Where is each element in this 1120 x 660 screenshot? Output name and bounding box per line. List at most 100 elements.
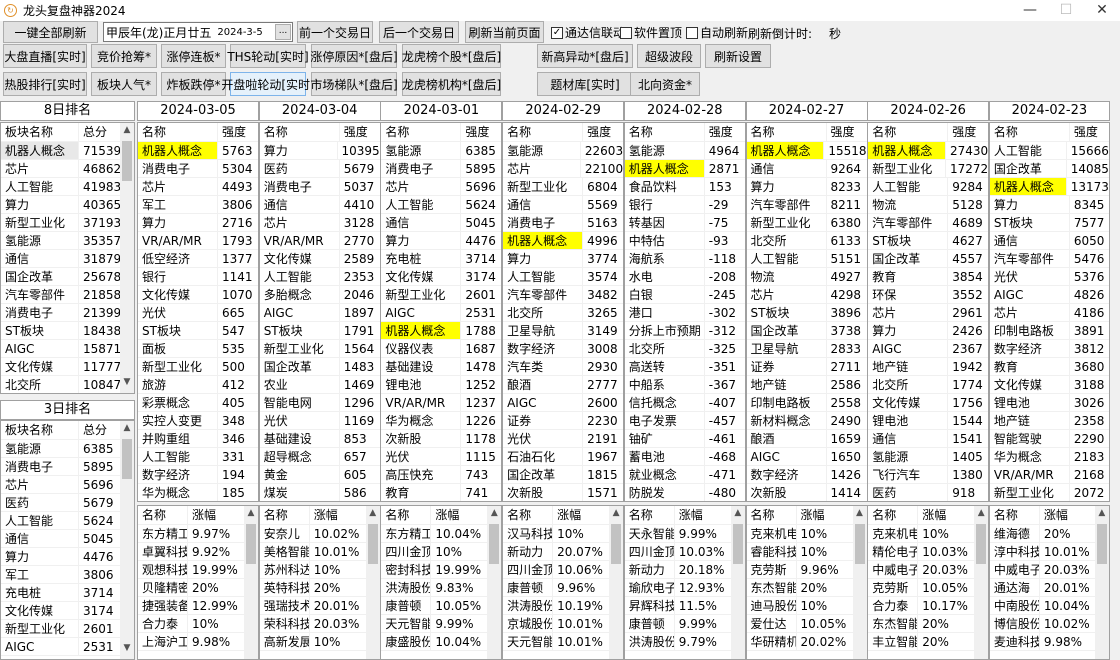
table-row[interactable]: 证券 2711: [746, 358, 867, 376]
table-row[interactable]: 地产链 2358: [989, 412, 1109, 430]
table-row[interactable]: 博信股份 10.02%: [989, 615, 1109, 633]
table-row[interactable]: 算力 2426: [868, 322, 989, 340]
table-row[interactable]: 汉马科技 10%: [503, 525, 624, 543]
table-row[interactable]: 北交所 10847: [1, 376, 134, 393]
table-row[interactable]: 高送转 -351: [624, 358, 745, 376]
table-row[interactable]: 算力 2716: [138, 214, 258, 232]
table-row[interactable]: 机器人概念 13173: [989, 178, 1109, 196]
table-row[interactable]: 铀矿 -461: [624, 430, 745, 448]
scroll-down-icon[interactable]: ▼: [120, 643, 134, 657]
table-row[interactable]: 人工智能 41983: [1, 178, 134, 196]
table-row[interactable]: 贝隆精密 20%: [138, 579, 258, 597]
table-row[interactable]: ST板块 7577: [989, 214, 1109, 232]
scroll-thumb[interactable]: [122, 141, 132, 181]
table-row[interactable]: 环保 3552: [868, 286, 989, 304]
scroll-up-icon[interactable]: ▲: [731, 508, 745, 522]
toolbar-button[interactable]: 龙虎榜个股*[盘后]: [402, 44, 501, 68]
table-row[interactable]: 安奈儿 10.02%: [259, 525, 380, 543]
table-row[interactable]: 合力泰 10%: [138, 615, 258, 633]
toolbar-button[interactable]: 竞价抢筹*: [91, 44, 157, 68]
column-header[interactable]: 板块名称: [1, 421, 79, 439]
table-row[interactable]: 文化传媒 1756: [868, 394, 989, 412]
toolbar-button[interactable]: 大盘直播[实时]: [3, 44, 87, 68]
table-row[interactable]: 银行 1141: [138, 268, 258, 286]
minimize-button[interactable]: —: [1012, 0, 1048, 20]
scrollbar[interactable]: ▲: [609, 506, 624, 659]
toolbar-button[interactable]: 热股排行[实时]: [3, 72, 87, 96]
table-row[interactable]: 文化传媒 3174: [381, 268, 502, 286]
table-row[interactable]: 人工智能 3574: [503, 268, 624, 286]
table-row[interactable]: 汽车类 2930: [503, 358, 624, 376]
table-row[interactable]: 京城股份 10.01%: [503, 615, 624, 633]
scrollbar[interactable]: ▲: [974, 506, 989, 659]
table-row[interactable]: 防脱发 -480: [625, 484, 745, 501]
table-row[interactable]: 华为概念 1226: [381, 412, 502, 430]
scroll-up-icon[interactable]: ▲: [853, 508, 867, 522]
table-row[interactable]: 白银 -245: [624, 286, 745, 304]
table-row[interactable]: 国企改革 3738: [746, 322, 867, 340]
table-row[interactable]: 飞行汽车 1380: [868, 466, 989, 484]
prev-day-button[interactable]: 前一个交易日: [297, 21, 373, 43]
table-row[interactable]: ST板块 3896: [746, 304, 867, 322]
table-row[interactable]: 东方精工 9.97%: [138, 525, 258, 543]
scroll-thumb[interactable]: [611, 524, 622, 564]
table-row[interactable]: 北交所 -325: [624, 340, 745, 358]
table-row[interactable]: 芯片 2961: [868, 304, 989, 322]
table-row[interactable]: 天永智能 9.99%: [624, 525, 745, 543]
toolbar-button[interactable]: THS轮动[实时]: [227, 44, 309, 68]
table-row[interactable]: 水电 -208: [624, 268, 745, 286]
table-row[interactable]: 高新发展 10%: [259, 633, 380, 651]
table-row[interactable]: 次新股 1178: [381, 430, 502, 448]
table-row[interactable]: 东杰智能 20%: [868, 615, 989, 633]
table-row[interactable]: 汽车零部件 21858: [1, 286, 134, 304]
table-row[interactable]: 智能驾驶 2290: [989, 430, 1109, 448]
scroll-up-icon[interactable]: ▲: [120, 423, 134, 437]
table-row[interactable]: 汽车零部件 5476: [989, 250, 1109, 268]
table-row[interactable]: ST板块 4627: [868, 232, 989, 250]
column-header[interactable]: 名称: [503, 123, 584, 141]
column-header[interactable]: 名称: [990, 123, 1070, 141]
table-row[interactable]: 通信 4410: [259, 196, 380, 214]
table-row[interactable]: 人工智能 5624: [1, 512, 134, 530]
table-row[interactable]: AIGC 15871: [1, 340, 134, 358]
table-row[interactable]: 洪涛股份 10.19%: [503, 597, 624, 615]
table-row[interactable]: 合力泰 10.17%: [868, 597, 989, 615]
table-row[interactable]: 中特估 -93: [624, 232, 745, 250]
table-row[interactable]: 信托概念 -407: [624, 394, 745, 412]
table-row[interactable]: 氢能源 1405: [868, 448, 989, 466]
table-row[interactable]: 医药 5679: [259, 160, 380, 178]
table-row[interactable]: ST板块 18438: [1, 322, 134, 340]
table-row[interactable]: 消费电子 5037: [259, 178, 380, 196]
table-row[interactable]: 超导概念 657: [259, 448, 380, 466]
table-row[interactable]: 淳中科技 10.01%: [989, 543, 1109, 561]
table-row[interactable]: 证券 2230: [503, 412, 624, 430]
table-row[interactable]: 算力 3774: [503, 250, 624, 268]
table-row[interactable]: 锂电池 1544: [868, 412, 989, 430]
table-row[interactable]: 消费电子 5304: [138, 160, 258, 178]
scroll-thumb[interactable]: [122, 439, 132, 479]
scroll-thumb[interactable]: [854, 524, 865, 564]
table-row[interactable]: 数字经济 3812: [989, 340, 1109, 358]
table-row[interactable]: 人工智能 331: [138, 448, 258, 466]
table-row[interactable]: 新动力 20.18%: [624, 561, 745, 579]
table-row[interactable]: 康普顿 9.96%: [503, 579, 624, 597]
table-row[interactable]: 上海沪工 9.98%: [138, 633, 258, 651]
table-row[interactable]: 军工 3806: [138, 196, 258, 214]
table-row[interactable]: 通信 5569: [503, 196, 624, 214]
table-row[interactable]: 洪涛股份 9.79%: [624, 633, 745, 651]
column-header[interactable]: 总分: [79, 123, 107, 141]
table-row[interactable]: 充电桩 3714: [1, 584, 134, 602]
table-row[interactable]: 基础建设 853: [259, 430, 380, 448]
table-row[interactable]: 消费电子 5895: [1, 458, 134, 476]
column-header[interactable]: 涨幅: [188, 506, 216, 524]
table-row[interactable]: 人工智能 5624: [381, 196, 502, 214]
table-row[interactable]: 低空经济 1377: [138, 250, 258, 268]
table-row[interactable]: 充电桩 3714: [381, 250, 502, 268]
table-row[interactable]: 人工智能 9284: [868, 178, 989, 196]
table-row[interactable]: 新动力 20.07%: [503, 543, 624, 561]
table-row[interactable]: AIGC 2367: [868, 340, 989, 358]
table-row[interactable]: 人工智能 2353: [259, 268, 380, 286]
checkbox-unchecked-icon[interactable]: [686, 26, 698, 39]
table-row[interactable]: 迪马股份 10%: [746, 597, 867, 615]
toolbar-button[interactable]: 新高异动*[盘后]: [537, 44, 633, 68]
